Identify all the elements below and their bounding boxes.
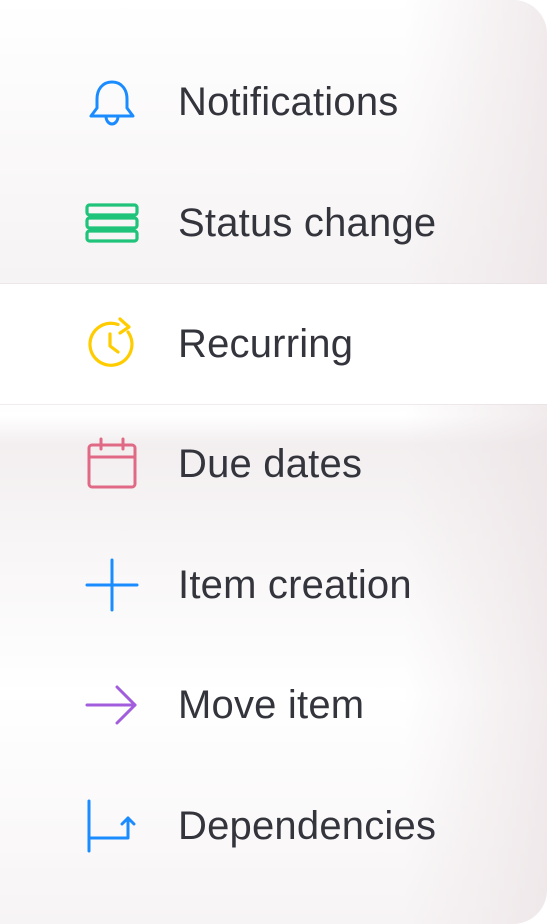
bell-icon [84, 74, 140, 130]
menu-item-item-creation[interactable]: Item creation [0, 525, 547, 645]
menu-item-label: Notifications [178, 79, 399, 124]
menu-item-due-dates[interactable]: Due dates [0, 404, 547, 524]
menu-item-notifications[interactable]: Notifications [0, 42, 547, 162]
dependency-icon [84, 798, 140, 854]
menu-item-recurring[interactable]: Recurring [0, 284, 547, 404]
plus-icon [84, 557, 140, 613]
menu-item-move-item[interactable]: Move item [0, 645, 547, 765]
automation-menu-panel: Notifications Status change Recurring Du… [0, 0, 547, 924]
calendar-icon [84, 436, 140, 492]
menu-item-label: Due dates [178, 441, 363, 486]
menu-item-label: Status change [178, 200, 437, 245]
menu-item-dependencies[interactable]: Dependencies [0, 766, 547, 886]
clock-refresh-icon [84, 316, 140, 372]
arrow-right-icon [84, 677, 140, 733]
menu-item-label: Recurring [178, 321, 354, 366]
menu-item-label: Move item [178, 682, 365, 727]
menu-item-label: Dependencies [178, 803, 437, 848]
menu-item-status-change[interactable]: Status change [0, 163, 547, 283]
menu-item-label: Item creation [178, 562, 412, 607]
stack-icon [84, 195, 140, 251]
